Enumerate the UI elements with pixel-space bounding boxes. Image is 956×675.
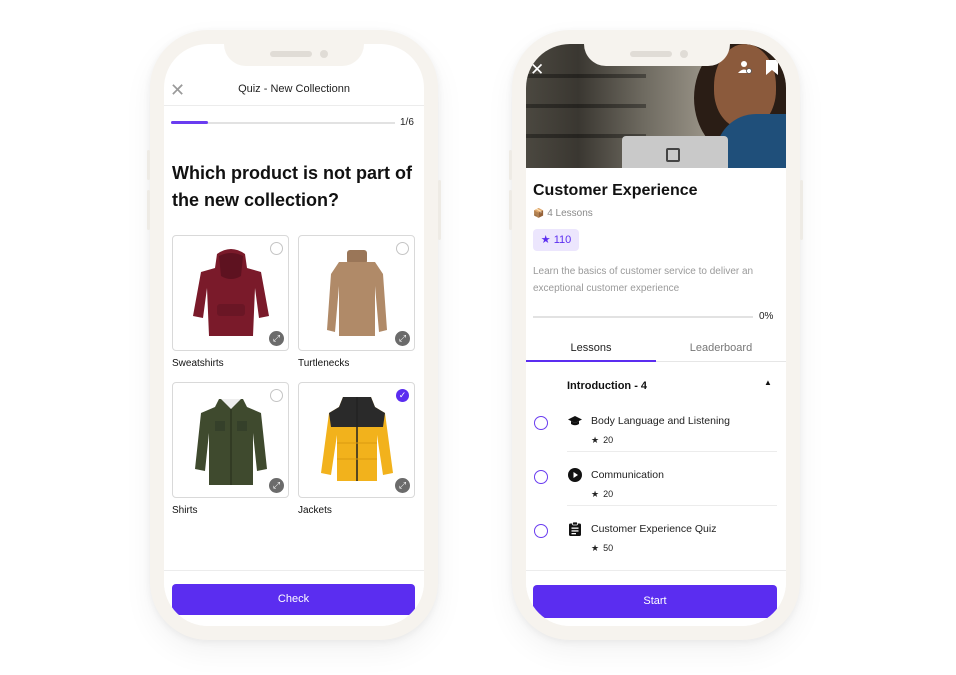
quiz-screen: ✕ Quiz - New Collectionn 1/6 Which produ… xyxy=(164,44,424,626)
expand-icon[interactable]: ⤢ xyxy=(395,331,410,346)
option-radio-checked[interactable]: ✓ xyxy=(396,389,409,402)
graduation-cap-icon xyxy=(568,414,582,428)
expand-icon[interactable]: ⤢ xyxy=(395,478,410,493)
clipboard-icon xyxy=(568,521,582,536)
course-screen: ✕ Customer Experience 📦 4 Lessons ★ 110 L… xyxy=(526,44,786,626)
option-label-turtlenecks: Turtlenecks xyxy=(298,358,350,369)
quiz-progress-fill xyxy=(171,121,209,124)
lesson-radio[interactable] xyxy=(534,524,548,538)
option-card-turtlenecks[interactable]: ⤢ xyxy=(298,235,415,351)
course-title: Customer Experience xyxy=(533,182,698,199)
lesson-title: Communication xyxy=(591,469,664,481)
sweatshirt-image xyxy=(193,249,269,336)
star-icon: ★ xyxy=(591,489,600,499)
star-icon: ★ xyxy=(591,435,600,445)
side-button xyxy=(509,150,512,180)
lesson-points: ★ 20 xyxy=(591,435,614,445)
course-progress-label: 0% xyxy=(759,311,774,322)
shirt-image xyxy=(195,399,267,485)
start-button[interactable]: Start xyxy=(533,585,777,618)
lesson-item[interactable]: Body Language and Listening ★ 20 xyxy=(526,414,786,468)
quiz-header: ✕ Quiz - New Collectionn xyxy=(164,76,424,106)
course-progress-bar xyxy=(533,316,753,318)
tab-leaderboard[interactable]: Leaderboard xyxy=(656,342,786,354)
quiz-progress-label: 1/6 xyxy=(400,117,414,128)
side-button xyxy=(800,180,803,240)
lesson-item[interactable]: Customer Experience Quiz ★ 50 xyxy=(526,521,786,576)
lesson-radio[interactable] xyxy=(534,470,548,484)
tabs: Lessons Leaderboard xyxy=(526,338,786,362)
close-icon[interactable]: ✕ xyxy=(530,60,544,80)
side-button xyxy=(147,190,150,230)
phone-notch xyxy=(584,44,730,66)
check-button[interactable]: Check xyxy=(172,584,415,615)
option-label-sweatshirts: Sweatshirts xyxy=(172,358,224,369)
points-badge: ★ 110 xyxy=(533,229,579,251)
option-radio[interactable] xyxy=(270,389,283,402)
user-add-icon[interactable] xyxy=(738,60,752,77)
lesson-title: Customer Experience Quiz xyxy=(591,523,717,535)
option-card-shirts[interactable]: ⤢ xyxy=(172,382,289,498)
divider xyxy=(567,451,777,452)
star-icon: ★ xyxy=(540,234,551,246)
cube-icon: 📦 xyxy=(533,208,545,218)
turtleneck-image xyxy=(327,250,387,336)
quiz-progress-bar xyxy=(171,121,395,124)
divider xyxy=(567,505,777,506)
lesson-points: ★ 20 xyxy=(591,489,614,499)
expand-icon[interactable]: ⤢ xyxy=(269,331,284,346)
lesson-title: Body Language and Listening xyxy=(591,415,730,427)
option-label-shirts: Shirts xyxy=(172,505,198,516)
active-tab-indicator xyxy=(526,360,656,362)
side-button xyxy=(509,190,512,230)
tab-lessons[interactable]: Lessons xyxy=(526,342,656,354)
section-header[interactable]: Introduction - 4 xyxy=(567,380,647,392)
phone-left: ✕ Quiz - New Collectionn 1/6 Which produ… xyxy=(147,30,441,640)
jacket-image xyxy=(321,397,393,481)
lessons-count: 📦 4 Lessons xyxy=(533,208,593,219)
star-icon: ★ xyxy=(591,543,600,553)
option-radio[interactable] xyxy=(270,242,283,255)
phone-right: ✕ Customer Experience 📦 4 Lessons ★ 110 L… xyxy=(509,30,803,640)
course-description: Learn the basics of customer service to … xyxy=(533,266,754,294)
option-radio[interactable] xyxy=(396,242,409,255)
play-icon xyxy=(568,468,582,482)
bookmark-icon[interactable] xyxy=(766,60,778,80)
chevron-up-icon[interactable]: ▲ xyxy=(764,378,772,387)
lesson-points: ★ 50 xyxy=(591,543,614,553)
side-button xyxy=(147,150,150,180)
option-label-jackets: Jackets xyxy=(298,505,332,516)
phone-notch xyxy=(224,44,364,66)
option-card-sweatshirts[interactable]: ⤢ xyxy=(172,235,289,351)
side-button xyxy=(438,180,441,240)
quiz-title: Quiz - New Collectionn xyxy=(238,83,350,95)
question-text: Which product is not part of the new col… xyxy=(172,163,412,210)
option-card-jackets[interactable]: ✓ ⤢ xyxy=(298,382,415,498)
lesson-item[interactable]: Communication ★ 20 xyxy=(526,468,786,522)
stage: ✕ Quiz - New Collectionn 1/6 Which produ… xyxy=(0,0,956,675)
lesson-radio[interactable] xyxy=(534,416,548,430)
expand-icon[interactable]: ⤢ xyxy=(269,478,284,493)
